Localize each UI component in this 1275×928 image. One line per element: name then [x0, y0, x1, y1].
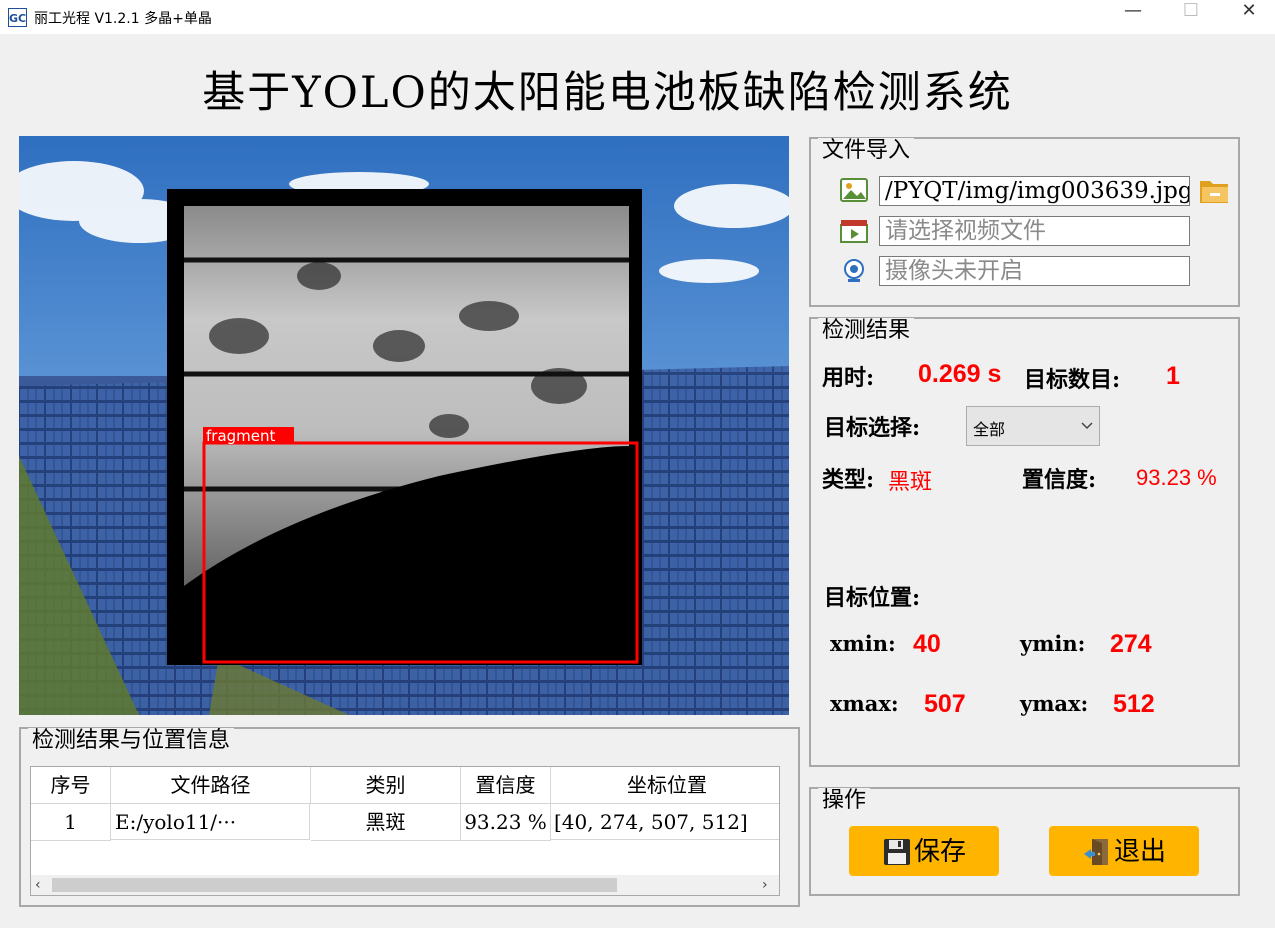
count-value: 1: [1166, 362, 1180, 390]
save-icon: [883, 839, 910, 865]
time-value: 0.269 s: [918, 360, 1002, 388]
file-import-legend: 文件导入: [818, 138, 915, 164]
folder-open-icon[interactable]: [1198, 177, 1230, 205]
ymin-value: 274: [1110, 630, 1152, 658]
xmin-value: 40: [913, 630, 941, 658]
scrollbar-thumb[interactable]: [52, 878, 617, 892]
exit-button-label: 退出: [1113, 837, 1166, 867]
save-button[interactable]: 保存: [849, 826, 999, 876]
window-title: 丽工光程 V1.2.1 多晶+单晶: [34, 11, 212, 27]
detection-image-view: fragment: [19, 136, 789, 715]
app-logo-icon: GC: [8, 8, 27, 27]
scroll-left-icon[interactable]: ‹: [35, 877, 41, 893]
chevron-down-icon: [1081, 422, 1093, 430]
count-label: 目标数目:: [1024, 367, 1121, 393]
type-value: 黑斑: [888, 470, 933, 495]
ymin-label: ymin:: [1020, 631, 1086, 656]
column-header-coords[interactable]: 坐标位置: [551, 767, 779, 804]
target-select-label: 目标选择:: [824, 415, 921, 441]
target-select-dropdown[interactable]: 全部: [966, 406, 1100, 446]
detection-image: fragment: [19, 136, 789, 715]
column-header-path[interactable]: 文件路径: [111, 767, 311, 804]
position-label: 目标位置:: [824, 585, 921, 611]
window-title-bar: GC 丽工光程 V1.2.1 多晶+单晶 — ☐ ✕: [0, 0, 1275, 34]
detection-label: fragment: [206, 427, 276, 445]
xmax-label: xmax:: [830, 691, 899, 716]
type-label: 类型:: [822, 467, 875, 493]
save-button-label: 保存: [913, 837, 966, 867]
close-button[interactable]: ✕: [1220, 0, 1275, 34]
table-cell-coords[interactable]: [40, 274, 507, 512]: [551, 804, 779, 840]
table-legend: 检测结果与位置信息: [28, 728, 235, 754]
confidence-label: 置信度:: [1022, 467, 1097, 493]
image-file-icon[interactable]: [839, 177, 869, 203]
horizontal-scrollbar[interactable]: ‹ ›: [31, 875, 779, 895]
table-cell-index[interactable]: 1: [31, 804, 111, 841]
confidence-value: 93.23 %: [1136, 465, 1217, 490]
target-select-value: 全部: [973, 420, 1006, 439]
scroll-right-icon[interactable]: ›: [762, 877, 768, 893]
exit-button[interactable]: 退出: [1049, 826, 1199, 876]
maximize-button[interactable]: ☐: [1162, 0, 1220, 34]
minimize-button[interactable]: —: [1104, 0, 1162, 34]
video-file-icon[interactable]: [839, 218, 869, 244]
column-header-confidence[interactable]: 置信度: [461, 767, 551, 804]
ymax-value: 512: [1113, 690, 1155, 718]
column-header-index[interactable]: 序号: [31, 767, 111, 804]
table-cell-class[interactable]: 黑斑: [311, 804, 461, 841]
results-table[interactable]: 序号 文件路径 类别 置信度 坐标位置 1 E:/yolo11/··· 黑斑 9…: [30, 766, 780, 896]
time-label: 用时:: [822, 365, 875, 391]
column-header-class[interactable]: 类别: [311, 767, 461, 804]
camera-icon[interactable]: [839, 258, 869, 284]
table-cell-path[interactable]: E:/yolo11/···: [111, 804, 310, 840]
camera-status-field[interactable]: 摄像头未开启: [879, 256, 1190, 286]
xmin-label: xmin:: [830, 631, 896, 656]
results-legend: 检测结果: [818, 318, 915, 344]
exit-door-icon: [1083, 839, 1108, 865]
image-path-field[interactable]: /PYQT/img/img003639.jpg: [879, 176, 1190, 206]
actions-legend: 操作: [818, 788, 871, 814]
video-file-field[interactable]: 请选择视频文件: [879, 216, 1190, 246]
table-cell-confidence[interactable]: 93.23 %: [461, 804, 551, 841]
page-title: 基于YOLO的太阳能电池板缺陷检测系统: [202, 68, 1013, 118]
xmax-value: 507: [924, 690, 966, 718]
ymax-label: ymax:: [1020, 691, 1089, 716]
